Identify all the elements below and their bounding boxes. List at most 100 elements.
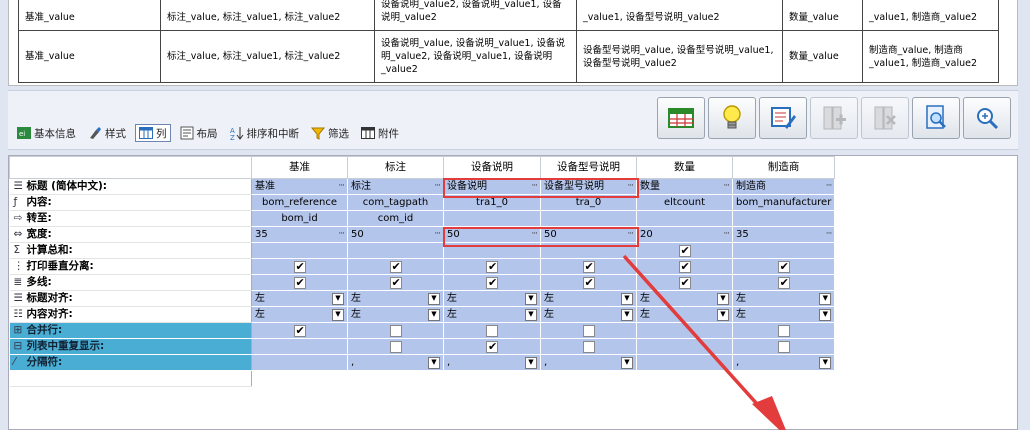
checkbox[interactable]: [582, 275, 595, 290]
tab-basic-info[interactable]: ei 基本信息: [14, 124, 79, 142]
column-header[interactable]: 设备型号说明: [540, 156, 637, 179]
chevron-down-icon[interactable]: ▼: [717, 292, 729, 305]
grid-cell[interactable]: com_tagpath: [347, 194, 444, 211]
checkbox[interactable]: [678, 259, 691, 274]
grid-cell[interactable]: [443, 338, 541, 355]
grid-cell[interactable]: 左 ▼: [540, 306, 637, 323]
checkbox[interactable]: [777, 325, 790, 337]
checkbox[interactable]: [777, 259, 790, 274]
checkbox[interactable]: [678, 243, 691, 258]
add-column-button[interactable]: [810, 97, 858, 139]
grid-cell[interactable]: [636, 274, 733, 291]
chevron-down-icon[interactable]: ▼: [525, 308, 537, 321]
grid-cell[interactable]: ··· 数量: [636, 178, 733, 195]
chevron-down-icon[interactable]: ▼: [621, 292, 633, 305]
grid-cell[interactable]: 左 ▼: [443, 306, 541, 323]
grid-cell[interactable]: , ▼: [540, 354, 637, 371]
chevron-down-icon[interactable]: ▼: [717, 308, 729, 321]
grid-cell[interactable]: 左 ▼: [443, 290, 541, 307]
grid-cell[interactable]: [732, 242, 836, 259]
grid-cell[interactable]: [732, 322, 836, 339]
checkbox[interactable]: [486, 259, 498, 274]
properties-button[interactable]: [759, 97, 807, 139]
checkbox[interactable]: [486, 275, 498, 290]
grid-cell[interactable]: , ▼: [443, 354, 541, 371]
ellipsis-button[interactable]: ···: [434, 227, 441, 242]
checkbox[interactable]: [293, 275, 306, 290]
grid-cell[interactable]: 左 ▼: [732, 306, 836, 323]
grid-cell[interactable]: bom_reference: [251, 194, 348, 211]
row-label[interactable]: ƒ 内容:: [9, 194, 252, 211]
grid-cell[interactable]: , ▼: [347, 354, 444, 371]
chevron-down-icon[interactable]: ▼: [621, 356, 633, 369]
grid-cell[interactable]: [251, 322, 348, 339]
checkbox[interactable]: [389, 325, 402, 337]
table-view-button[interactable]: [657, 97, 705, 139]
row-label[interactable]: ⇔ 宽度:: [9, 226, 252, 243]
grid-cell[interactable]: [540, 322, 637, 339]
dropdown[interactable]: , ▼: [351, 355, 440, 370]
ellipsis-button[interactable]: ···: [723, 227, 730, 242]
dropdown[interactable]: , ▼: [447, 355, 537, 370]
dropdown[interactable]: 左 ▼: [447, 291, 537, 306]
chevron-down-icon[interactable]: ▼: [332, 292, 344, 305]
grid-cell[interactable]: [347, 274, 444, 291]
row-label[interactable]: ☰ 标题对齐:: [9, 290, 252, 307]
row-label[interactable]: ⋮ 打印垂直分离:: [9, 258, 252, 275]
dropdown[interactable]: 左 ▼: [255, 291, 344, 306]
checkbox[interactable]: [389, 341, 402, 353]
chevron-down-icon[interactable]: ▼: [525, 356, 537, 369]
dropdown[interactable]: , ▼: [736, 355, 832, 370]
grid-cell[interactable]: 左 ▼: [732, 290, 836, 307]
grid-cell[interactable]: [251, 354, 348, 371]
dropdown[interactable]: 左 ▼: [544, 291, 633, 306]
row-label[interactable]: Σ 计算总和:: [9, 242, 252, 259]
dropdown[interactable]: 左 ▼: [544, 307, 633, 322]
chevron-down-icon[interactable]: ▼: [819, 308, 832, 321]
tab-sort-break[interactable]: A Z 排序和中断: [227, 124, 303, 142]
dropdown[interactable]: 左 ▼: [640, 307, 729, 322]
grid-cell[interactable]: com_id: [347, 210, 444, 227]
grid-cell[interactable]: [540, 338, 637, 355]
hint-button[interactable]: [708, 97, 756, 139]
grid-cell[interactable]: [732, 274, 836, 291]
chevron-down-icon[interactable]: ▼: [819, 356, 832, 369]
grid-cell[interactable]: [251, 242, 348, 259]
grid-cell[interactable]: [636, 338, 733, 355]
grid-cell[interactable]: 左 ▼: [251, 306, 348, 323]
grid-cell[interactable]: [251, 338, 348, 355]
grid-cell[interactable]: ··· 50: [347, 226, 444, 243]
grid-cell[interactable]: 左 ▼: [347, 290, 444, 307]
grid-cell[interactable]: [443, 274, 541, 291]
chevron-down-icon[interactable]: ▼: [428, 308, 440, 321]
column-header[interactable]: 标注: [347, 156, 444, 179]
checkbox[interactable]: [486, 325, 498, 337]
chevron-down-icon[interactable]: ▼: [819, 292, 832, 305]
grid-cell[interactable]: bom_manufacturer: [732, 194, 836, 211]
grid-cell[interactable]: ··· 基准: [251, 178, 348, 195]
grid-cell[interactable]: [347, 258, 444, 275]
ellipsis-button[interactable]: ···: [723, 179, 730, 194]
tab-style[interactable]: 样式: [85, 124, 129, 142]
column-header[interactable]: 设备说明: [443, 156, 541, 179]
grid-cell[interactable]: 左 ▼: [636, 290, 733, 307]
grid-cell[interactable]: ··· 35: [732, 226, 836, 243]
checkbox[interactable]: [389, 259, 402, 274]
grid-cell[interactable]: [540, 274, 637, 291]
row-label[interactable]: ☰ 标题 (简体中文):: [9, 178, 252, 195]
grid-cell[interactable]: bom_id: [251, 210, 348, 227]
column-header[interactable]: 制造商: [731, 156, 836, 179]
row-label[interactable]: ⇨ 转至:: [9, 210, 252, 227]
dropdown[interactable]: , ▼: [544, 355, 633, 370]
grid-cell[interactable]: ··· 35: [251, 226, 348, 243]
grid-cell[interactable]: [251, 258, 348, 275]
checkbox[interactable]: [678, 275, 691, 290]
grid-cell[interactable]: [636, 258, 733, 275]
grid-cell[interactable]: 左 ▼: [251, 290, 348, 307]
row-label[interactable]: ⊞ 合并行:: [9, 322, 252, 339]
grid-cell[interactable]: [732, 338, 836, 355]
checkbox[interactable]: [777, 275, 790, 290]
dropdown[interactable]: 左 ▼: [640, 291, 729, 306]
checkbox[interactable]: [582, 259, 595, 274]
preview-button[interactable]: [912, 97, 960, 139]
